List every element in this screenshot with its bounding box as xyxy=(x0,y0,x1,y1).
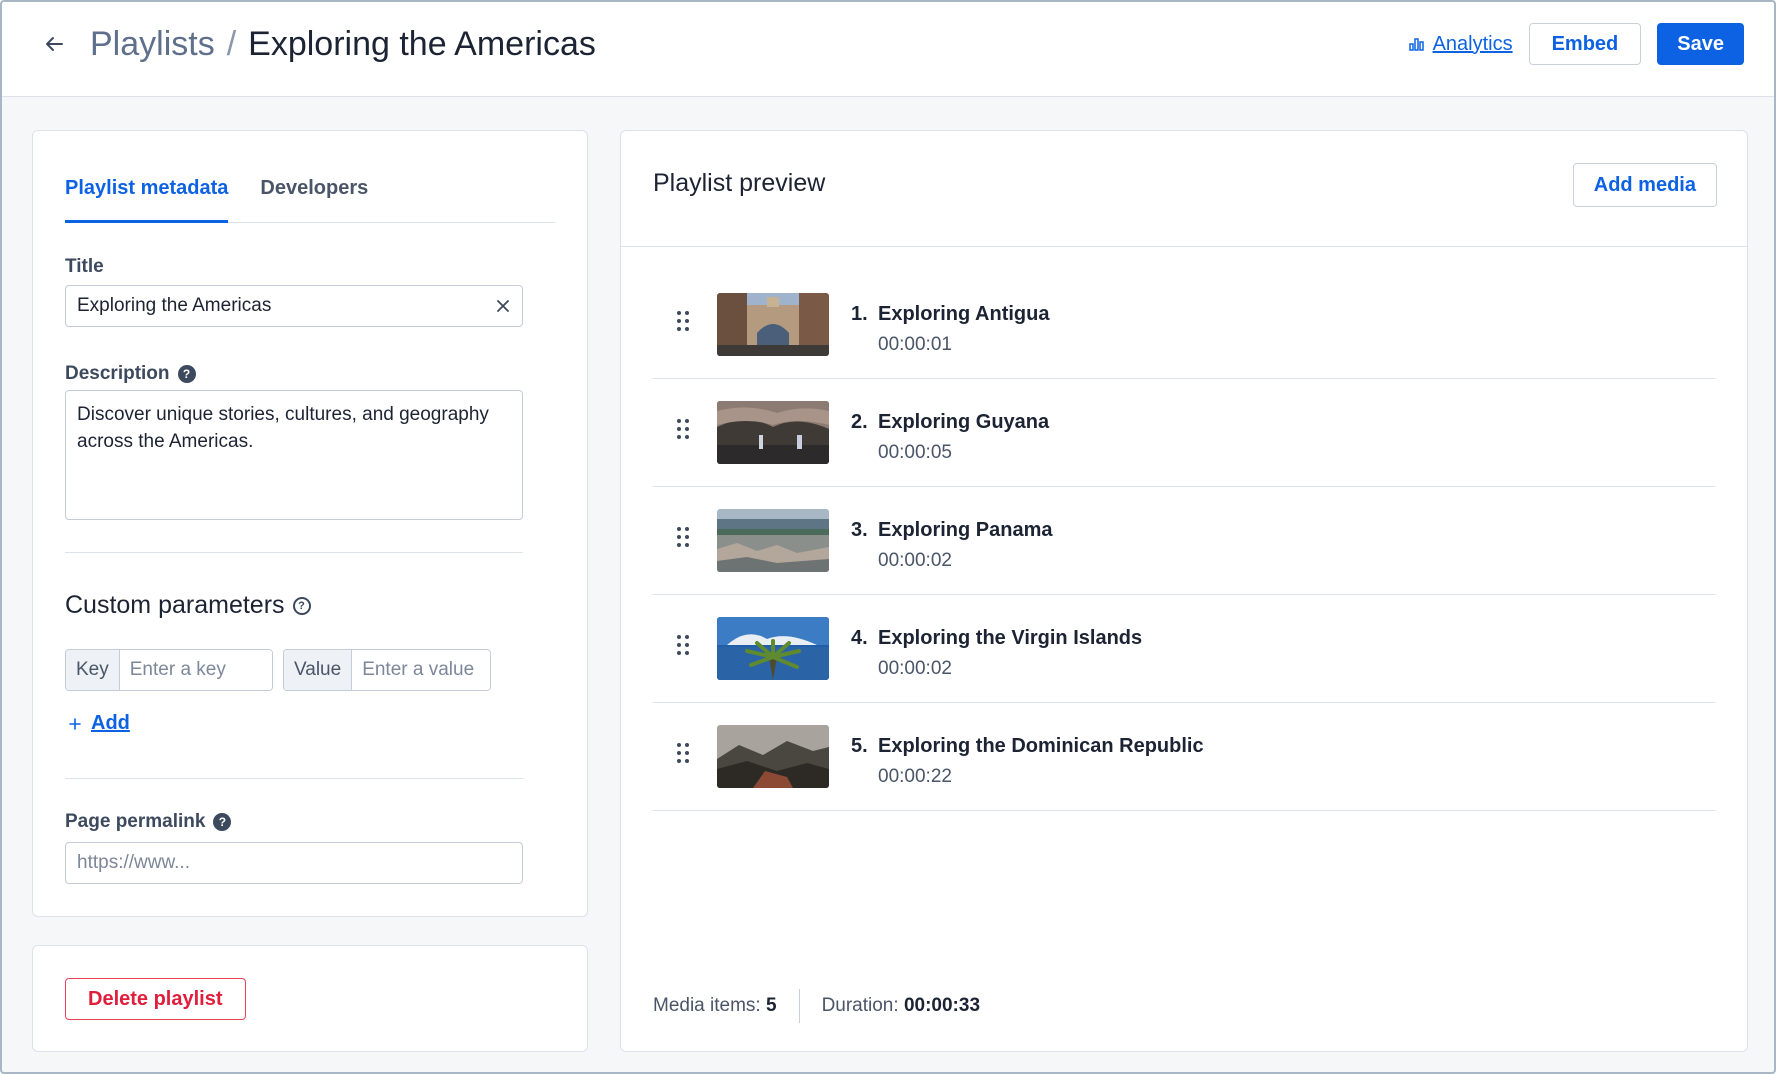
tab-developers[interactable]: Developers xyxy=(260,177,368,223)
plus-icon xyxy=(69,717,81,730)
app-window: Playlists / Exploring the Americas Analy… xyxy=(0,0,1776,1074)
permalink-label: Page permalink ? xyxy=(65,811,232,833)
stat-colon: : xyxy=(893,995,904,1016)
close-icon xyxy=(497,300,509,312)
question-circle-icon[interactable]: ? xyxy=(292,596,311,615)
duration-total: 00:00:33 xyxy=(903,995,981,1016)
danger-zone-card: Delete playlist xyxy=(32,945,588,1052)
media-duration: 00:00:22 xyxy=(878,766,952,787)
analytics-label: Analytics xyxy=(1432,32,1513,55)
metadata-tabs: Playlist metadata Developers xyxy=(65,177,555,223)
tab-playlist-metadata[interactable]: Playlist metadata xyxy=(65,177,229,223)
media-title: Exploring Antigua xyxy=(878,303,1050,325)
playlist-preview-card: Playlist preview Add media 1. Exploring … xyxy=(620,130,1748,1052)
add-custom-param-button[interactable]: Add xyxy=(69,712,130,735)
value-addon: Value xyxy=(284,650,353,690)
question-circle-icon[interactable]: ? xyxy=(177,365,196,383)
embed-button[interactable]: Embed xyxy=(1528,23,1642,65)
media-thumbnail xyxy=(717,293,829,356)
media-duration: 00:00:05 xyxy=(878,442,952,463)
clear-title-button[interactable] xyxy=(489,292,517,320)
media-list: 1. Exploring Antigua 00:00:01 2. Explori… xyxy=(653,271,1715,811)
analytics-link[interactable]: Analytics xyxy=(1408,32,1513,56)
title-label-text: Title xyxy=(65,256,104,277)
media-number: 2. xyxy=(851,411,868,433)
drag-handle-icon[interactable] xyxy=(677,419,691,439)
custom-parameters-title: Custom parameters xyxy=(65,591,285,619)
back-button[interactable] xyxy=(40,30,68,58)
media-items-count: 5 xyxy=(765,995,777,1016)
media-item[interactable]: 5. Exploring the Dominican Republic 00:0… xyxy=(653,703,1715,811)
title-input[interactable] xyxy=(65,285,523,327)
delete-playlist-button[interactable]: Delete playlist xyxy=(65,978,246,1020)
stats-divider xyxy=(798,989,800,1023)
media-item[interactable]: 2. Exploring Guyana 00:00:05 xyxy=(653,379,1715,487)
media-duration: 00:00:02 xyxy=(878,550,952,571)
add-media-button[interactable]: Add media xyxy=(1572,163,1717,207)
arrow-left-icon xyxy=(46,37,63,51)
title-label: Title xyxy=(65,256,104,278)
custom-param-key-group: Key xyxy=(65,649,273,691)
preview-divider xyxy=(621,246,1747,247)
media-number: 5. xyxy=(851,735,868,757)
drag-handle-icon[interactable] xyxy=(677,527,691,547)
key-addon: Key xyxy=(66,650,120,690)
custom-param-key-input[interactable] xyxy=(119,650,272,690)
permalink-input[interactable] xyxy=(65,842,523,884)
media-number: 1. xyxy=(851,303,868,325)
media-thumbnail xyxy=(717,401,829,464)
media-title: Exploring the Virgin Islands xyxy=(878,627,1143,649)
page-header: Playlists / Exploring the Americas Analy… xyxy=(2,2,1774,97)
add-label: Add xyxy=(91,712,130,734)
media-thumbnail xyxy=(717,509,829,572)
media-title: Exploring Panama xyxy=(878,519,1053,541)
drag-handle-icon[interactable] xyxy=(677,635,691,655)
media-duration: 00:00:02 xyxy=(878,658,952,679)
media-items-label: Media items xyxy=(653,995,756,1016)
duration-label: Duration xyxy=(821,995,894,1016)
section-divider xyxy=(65,778,523,779)
breadcrumb-separator: / xyxy=(226,24,237,63)
custom-param-value-input[interactable] xyxy=(352,650,490,690)
permalink-label-text: Page permalink xyxy=(65,811,206,832)
description-label-text: Description xyxy=(65,363,170,384)
description-textarea[interactable]: Discover unique stories, cultures, and g… xyxy=(65,390,523,520)
media-number: 4. xyxy=(851,627,868,649)
custom-parameters-heading: Custom parameters ? xyxy=(65,591,311,620)
metadata-card: Playlist metadata Developers Title Descr… xyxy=(32,130,588,917)
media-duration: 00:00:01 xyxy=(878,334,952,355)
media-thumbnail xyxy=(717,617,829,680)
media-number: 3. xyxy=(851,519,868,541)
drag-handle-icon[interactable] xyxy=(677,311,691,331)
media-title: Exploring Guyana xyxy=(878,411,1050,433)
media-title: Exploring the Dominican Republic xyxy=(878,735,1204,757)
bar-chart-icon xyxy=(1408,38,1424,51)
stat-colon: : xyxy=(755,995,766,1016)
media-thumbnail xyxy=(717,725,829,788)
drag-handle-icon[interactable] xyxy=(677,743,691,763)
media-item[interactable]: 4. Exploring the Virgin Islands 00:00:02 xyxy=(653,595,1715,703)
question-circle-icon[interactable]: ? xyxy=(213,813,232,831)
page-title: Exploring the Americas xyxy=(248,24,596,63)
custom-param-value-group: Value xyxy=(283,649,491,691)
breadcrumb: Playlists / Exploring the Americas xyxy=(90,22,596,66)
header-actions: Analytics Embed Save xyxy=(1408,22,1744,66)
breadcrumb-playlists-link[interactable]: Playlists xyxy=(90,25,215,64)
media-item[interactable]: 1. Exploring Antigua 00:00:01 xyxy=(653,271,1715,379)
section-divider xyxy=(65,552,523,553)
playlist-stats: Media items : 5 Duration : 00:00:33 xyxy=(653,989,980,1023)
description-label: Description ? xyxy=(65,363,196,385)
save-button[interactable]: Save xyxy=(1657,23,1744,65)
preview-title: Playlist preview xyxy=(653,169,826,197)
media-item[interactable]: 3. Exploring Panama 00:00:02 xyxy=(653,487,1715,595)
